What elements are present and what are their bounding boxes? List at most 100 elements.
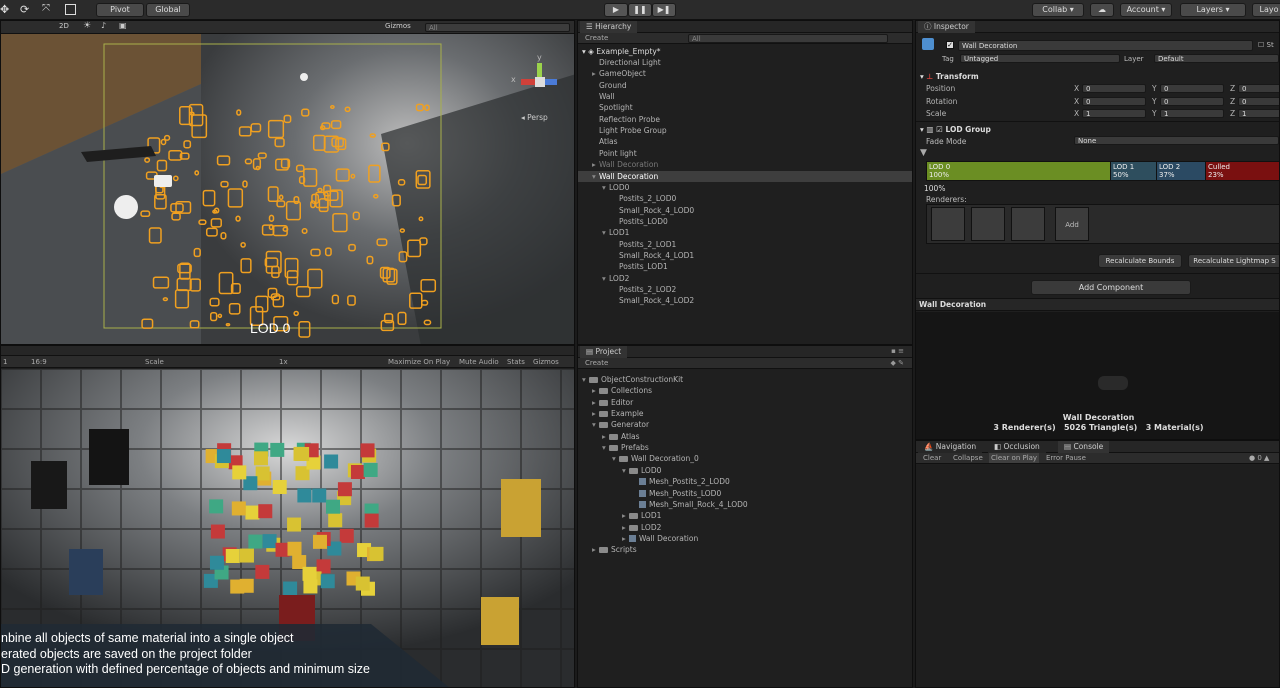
project-item[interactable]: ▸ Collections (578, 385, 652, 396)
recalculate-bounds-button[interactable]: Recalculate Bounds (1098, 254, 1182, 268)
project-item[interactable]: ▸ Wall Decoration (578, 533, 698, 544)
project-item[interactable]: ▸ LOD2 (578, 522, 661, 533)
transform-z-field[interactable]: 1 (1238, 109, 1279, 118)
scale-value[interactable]: 1x (279, 357, 288, 367)
hierarchy-item[interactable]: Postits_2_LOD0 (578, 193, 912, 204)
transform-x-field[interactable]: 0 (1082, 84, 1146, 93)
scene-gizmos-dropdown[interactable]: Gizmos (385, 22, 411, 30)
hierarchy-item[interactable]: ▸ Wall Decoration (578, 159, 912, 170)
collab-dropdown[interactable]: Collab ▾ (1032, 3, 1084, 17)
audio-toggle-icon[interactable]: ♪ (101, 21, 106, 30)
transform-y-field[interactable]: 1 (1160, 109, 1224, 118)
lod-levels-bar[interactable]: LOD 0 100% LOD 1 50% LOD 2 37% Culled 23% (926, 161, 1279, 181)
layer-dropdown[interactable]: Default (1154, 54, 1279, 63)
project-item[interactable]: ▸ Scripts (578, 544, 637, 555)
tab-project[interactable]: ▤ Project (580, 346, 628, 358)
cloud-button[interactable]: ☁ (1090, 3, 1114, 17)
recalculate-lightmap-button[interactable]: Recalculate Lightmap S (1188, 254, 1279, 268)
tab-hierarchy[interactable]: ☰ Hierarchy (580, 21, 638, 33)
lod-level-segment[interactable]: LOD 0 100% (927, 162, 1111, 180)
project-item[interactable]: ▸ Atlas (578, 431, 640, 442)
add-renderer-button[interactable]: Add (1055, 207, 1089, 241)
info-count-toggle[interactable]: ● 0 ▲ (1249, 453, 1269, 463)
project-item[interactable]: ▾ Prefabs (578, 442, 649, 453)
hierarchy-item[interactable]: ▾ LOD0 (578, 182, 912, 193)
hierarchy-item[interactable]: Atlas (578, 136, 912, 147)
renderer-slot[interactable] (971, 207, 1005, 241)
hierarchy-item[interactable]: Small_Rock_4_LOD2 (578, 295, 912, 306)
hierarchy-search-input[interactable]: All (688, 34, 888, 43)
renderer-slot[interactable] (931, 207, 965, 241)
hierarchy-item[interactable]: ▾ LOD2 (578, 273, 912, 284)
transform-z-field[interactable]: 0 (1238, 84, 1279, 93)
effects-toggle-icon[interactable]: ▣ (119, 21, 127, 30)
aspect-dropdown[interactable]: 16:9 (31, 357, 47, 367)
rotate-tool-icon[interactable]: ⟳ (20, 3, 32, 16)
console-log-area[interactable] (916, 465, 1279, 687)
game-gizmos-dropdown[interactable]: Gizmos (533, 357, 559, 367)
hierarchy-item[interactable]: Postits_2_LOD2 (578, 284, 912, 295)
stats-toggle[interactable]: Stats (507, 357, 525, 367)
error-pause-toggle[interactable]: Error Pause (1046, 453, 1086, 463)
collapse-toggle[interactable]: Collapse (953, 453, 983, 463)
lod-level-segment[interactable]: LOD 1 50% (1111, 162, 1157, 180)
clear-button[interactable]: Clear (923, 453, 941, 463)
project-create-dropdown[interactable]: Create (585, 358, 608, 368)
lod-level-segment[interactable]: Culled 23% (1206, 162, 1279, 180)
scale-tool-icon[interactable]: ⤧ (42, 3, 54, 16)
pause-button[interactable]: ❚❚ (628, 3, 652, 17)
global-toggle[interactable]: Global (146, 3, 190, 17)
hierarchy-item[interactable]: ▾ Wall Decoration (578, 170, 912, 182)
project-item[interactable]: Mesh_Postits_LOD0 (578, 488, 721, 499)
hierarchy-item[interactable]: Light Probe Group (578, 125, 912, 136)
scene-viewport[interactable] (1, 34, 575, 345)
transform-header[interactable]: ▾ ⊥ Transform (920, 71, 979, 82)
transform-y-field[interactable]: 0 (1160, 84, 1224, 93)
scene-root-row[interactable]: ▾ ◈ Example_Empty* (582, 46, 661, 57)
project-item[interactable]: ▸ Example (578, 408, 644, 419)
add-component-button[interactable]: Add Component (1031, 280, 1191, 295)
account-dropdown[interactable]: Account ▾ (1120, 3, 1172, 17)
orientation-gizmo[interactable]: y x (511, 53, 567, 109)
hierarchy-item[interactable]: ▾ LOD1 (578, 227, 912, 238)
project-item[interactable]: Mesh_Postits_2_LOD0 (578, 476, 730, 487)
lod-group-header[interactable]: ▾ ▥ ☑ LOD Group (920, 124, 991, 135)
hierarchy-item[interactable]: Spotlight (578, 102, 912, 113)
static-checkbox[interactable]: ☐ St (1258, 41, 1274, 49)
active-checkbox[interactable]: ✓ (946, 41, 954, 49)
display-number[interactable]: 1 (3, 357, 7, 367)
camera-marker-icon[interactable]: ▼ (920, 148, 927, 158)
pivot-toggle[interactable]: Pivot (96, 3, 144, 17)
transform-x-field[interactable]: 0 (1082, 96, 1146, 106)
hierarchy-item[interactable]: Postits_LOD1 (578, 261, 912, 272)
tab-occlusion[interactable]: ◧ Occlusion (988, 441, 1046, 453)
lock-icon[interactable]: ▪ ≡ (891, 347, 904, 355)
hierarchy-item[interactable]: Wall (578, 91, 912, 102)
preview-header[interactable]: Wall Decoration (916, 298, 1279, 311)
project-item[interactable]: ▾ LOD0 (578, 465, 661, 476)
step-button[interactable]: ▶❚ (652, 3, 676, 17)
layers-dropdown[interactable]: Layers ▾ (1180, 3, 1246, 17)
transform-y-field[interactable]: 0 (1160, 96, 1224, 106)
layout-dropdown[interactable]: Layo (1252, 3, 1280, 17)
hierarchy-item[interactable]: Small_Rock_4_LOD1 (578, 250, 912, 261)
hierarchy-item[interactable]: Directional Light (578, 57, 912, 68)
fade-mode-dropdown[interactable]: None (1074, 136, 1279, 145)
hierarchy-item[interactable]: Reflection Probe (578, 114, 912, 125)
project-item[interactable]: ▾ Generator (578, 419, 649, 430)
persp-label[interactable]: ◂ Persp (521, 113, 548, 122)
lod-level-segment[interactable]: LOD 2 37% (1157, 162, 1206, 180)
rect-tool-icon[interactable] (65, 4, 76, 15)
mute-audio-toggle[interactable]: Mute Audio (459, 357, 499, 367)
hierarchy-item[interactable]: Ground (578, 80, 912, 91)
clear-on-play-toggle[interactable]: Clear on Play (989, 453, 1040, 463)
hierarchy-create-dropdown[interactable]: Create (585, 33, 608, 43)
hand-tool-icon[interactable]: ✥ (0, 3, 12, 16)
tab-inspector[interactable]: ⓘ Inspector (918, 21, 975, 33)
tab-navigation[interactable]: ⛵ Navigation (918, 441, 983, 453)
project-item[interactable]: ▸ Editor (578, 397, 633, 408)
preview-area[interactable]: Wall Decoration 3 Renderer(s) 5026 Trian… (916, 312, 1279, 439)
mode-2d-toggle[interactable]: 2D (59, 22, 69, 30)
play-button[interactable]: ▶ (604, 3, 628, 17)
project-item[interactable]: ▾ Wall Decoration_0 (578, 453, 699, 464)
